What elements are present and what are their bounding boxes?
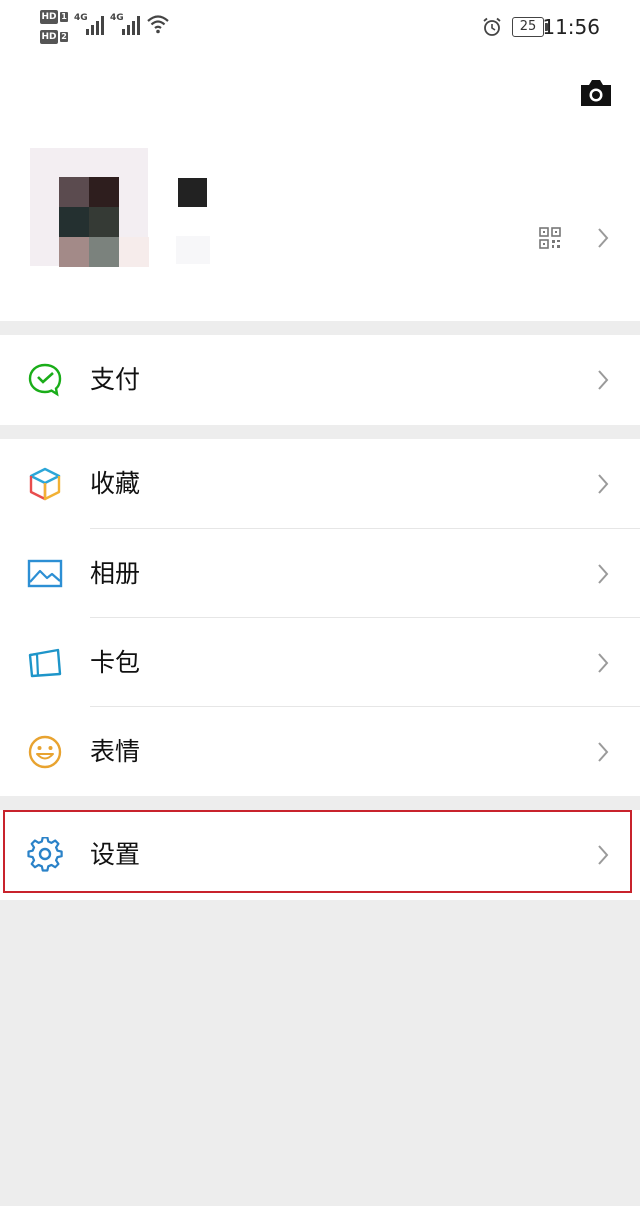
nickname-redacted	[178, 178, 207, 207]
chevron-right-icon	[598, 742, 609, 762]
menu-item-settings[interactable]: 设置	[0, 810, 640, 900]
wechat-pay-icon	[28, 363, 62, 397]
avatar-pixel	[89, 237, 119, 267]
hd2-number: 2	[60, 32, 68, 42]
chevron-right-icon	[598, 845, 609, 865]
menu-item-pay[interactable]: 支付	[0, 335, 640, 425]
status-right-indicators: 25 11:56	[440, 14, 640, 40]
alarm-clock-icon	[483, 17, 501, 36]
menu-item-favorites[interactable]: 收藏	[0, 439, 640, 529]
features-section: 收藏 相册 卡包 表情	[0, 439, 640, 796]
hd1-text: HD	[40, 10, 58, 24]
avatar-pixel	[89, 207, 119, 237]
qr-code-icon[interactable]	[539, 227, 561, 249]
status-left-indicators: HD 1 HD 2 4G 4G	[40, 9, 180, 45]
avatar-pixel	[59, 207, 89, 237]
hd-voice-badge-2: HD 2	[40, 30, 70, 44]
menu-item-cards[interactable]: 卡包	[0, 618, 640, 708]
battery-indicator: 25	[512, 17, 548, 37]
chevron-right-icon	[598, 564, 609, 584]
avatar[interactable]	[30, 148, 149, 267]
hd2-text: HD	[40, 30, 58, 44]
signal-bars-icon-2	[122, 16, 140, 35]
status-time: 11:56	[542, 15, 600, 39]
signal-bars-icon	[86, 16, 104, 35]
menu-label-cards: 卡包	[90, 648, 141, 677]
menu-item-stickers[interactable]: 表情	[0, 707, 640, 797]
chevron-right-icon	[598, 370, 609, 390]
menu-item-album[interactable]: 相册	[0, 529, 640, 619]
hd1-number: 1	[60, 12, 68, 22]
settings-section: 设置	[0, 810, 640, 900]
wechat-id-redacted	[176, 236, 210, 264]
menu-label-settings: 设置	[90, 840, 141, 869]
album-picture-icon	[27, 559, 63, 588]
menu-label-favorites: 收藏	[90, 469, 141, 498]
avatar-pixel	[89, 177, 119, 207]
wifi-icon	[147, 15, 169, 34]
pay-section: 支付	[0, 335, 640, 425]
favorites-cube-icon	[29, 467, 61, 501]
chevron-right-icon[interactable]	[596, 227, 610, 249]
menu-label-album: 相册	[90, 559, 141, 588]
menu-label-pay: 支付	[90, 365, 141, 394]
status-bar: HD 1 HD 2 4G 4G 25 11:56	[0, 0, 640, 52]
hd-voice-badge-1: HD 1	[40, 10, 70, 24]
camera-icon[interactable]	[579, 79, 613, 107]
avatar-pixel	[59, 177, 89, 207]
card-wallet-icon	[28, 648, 62, 678]
chevron-right-icon	[598, 653, 609, 673]
chevron-right-icon	[598, 474, 609, 494]
settings-gear-icon	[27, 837, 63, 872]
menu-label-stickers: 表情	[90, 737, 141, 766]
avatar-pixel	[119, 237, 149, 267]
avatar-pixel	[59, 237, 89, 267]
smiley-sticker-icon	[28, 735, 62, 769]
profile-area: HD 1 HD 2 4G 4G 25 11:56	[0, 0, 640, 321]
